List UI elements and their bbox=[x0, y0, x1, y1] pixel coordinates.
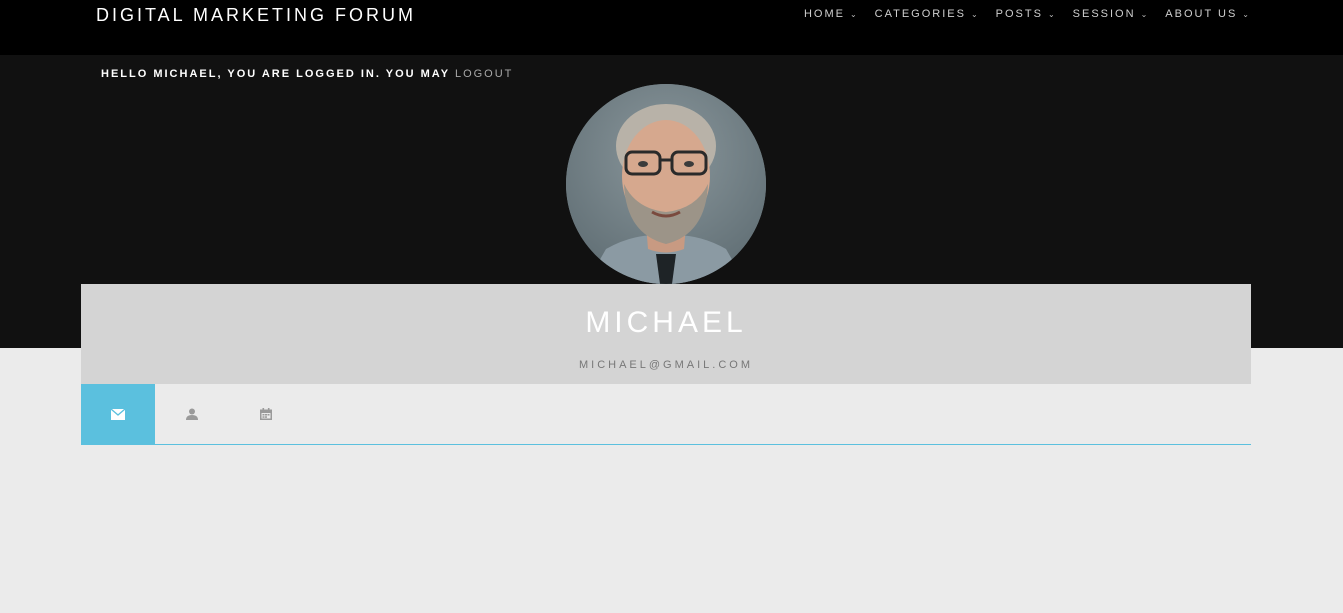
user-icon bbox=[186, 408, 198, 420]
chevron-down-icon: ⌄ bbox=[849, 9, 859, 19]
top-navbar: DIGITAL MARKETING FORUM HOME ⌄ CATEGORIE… bbox=[0, 0, 1343, 55]
profile-card: MICHAEL MICHAEL@GMAIL.COM bbox=[81, 284, 1251, 384]
avatar bbox=[566, 84, 766, 284]
main-nav: HOME ⌄ CATEGORIES ⌄ POSTS ⌄ SESSION ⌄ AB… bbox=[804, 8, 1251, 20]
nav-item-label: HOME bbox=[803, 8, 845, 20]
tab-messages[interactable] bbox=[81, 384, 155, 444]
tab-profile[interactable] bbox=[155, 384, 229, 444]
login-message: HELLO MICHAEL, YOU ARE LOGGED IN. YOU MA… bbox=[101, 68, 455, 80]
nav-item-about-us[interactable]: ABOUT US ⌄ bbox=[1165, 8, 1251, 20]
chevron-down-icon: ⌄ bbox=[1140, 9, 1150, 19]
envelope-icon bbox=[111, 408, 125, 420]
calendar-icon bbox=[260, 408, 272, 420]
chevron-down-icon: ⌄ bbox=[970, 9, 980, 19]
nav-item-posts[interactable]: POSTS ⌄ bbox=[996, 8, 1057, 20]
nav-item-session[interactable]: SESSION ⌄ bbox=[1073, 8, 1150, 20]
avatar-portrait bbox=[566, 84, 766, 284]
nav-item-categories[interactable]: CATEGORIES ⌄ bbox=[875, 8, 980, 20]
login-status: HELLO MICHAEL, YOU ARE LOGGED IN. YOU MA… bbox=[101, 68, 513, 80]
profile-name: MICHAEL bbox=[585, 306, 747, 339]
profile-email: MICHAEL@GMAIL.COM bbox=[578, 359, 753, 371]
nav-item-label: POSTS bbox=[995, 8, 1043, 20]
chevron-down-icon: ⌄ bbox=[1047, 9, 1057, 19]
nav-item-home[interactable]: HOME ⌄ bbox=[804, 8, 859, 20]
tab-calendar[interactable] bbox=[229, 384, 303, 444]
nav-item-label: CATEGORIES bbox=[874, 8, 966, 20]
nav-item-label: SESSION bbox=[1072, 8, 1136, 20]
site-title[interactable]: DIGITAL MARKETING FORUM bbox=[96, 5, 416, 26]
logout-link[interactable]: LOGOUT bbox=[455, 68, 513, 80]
profile-tabs bbox=[81, 384, 1251, 445]
chevron-down-icon: ⌄ bbox=[1242, 9, 1251, 19]
nav-item-label: ABOUT US bbox=[1165, 8, 1238, 20]
